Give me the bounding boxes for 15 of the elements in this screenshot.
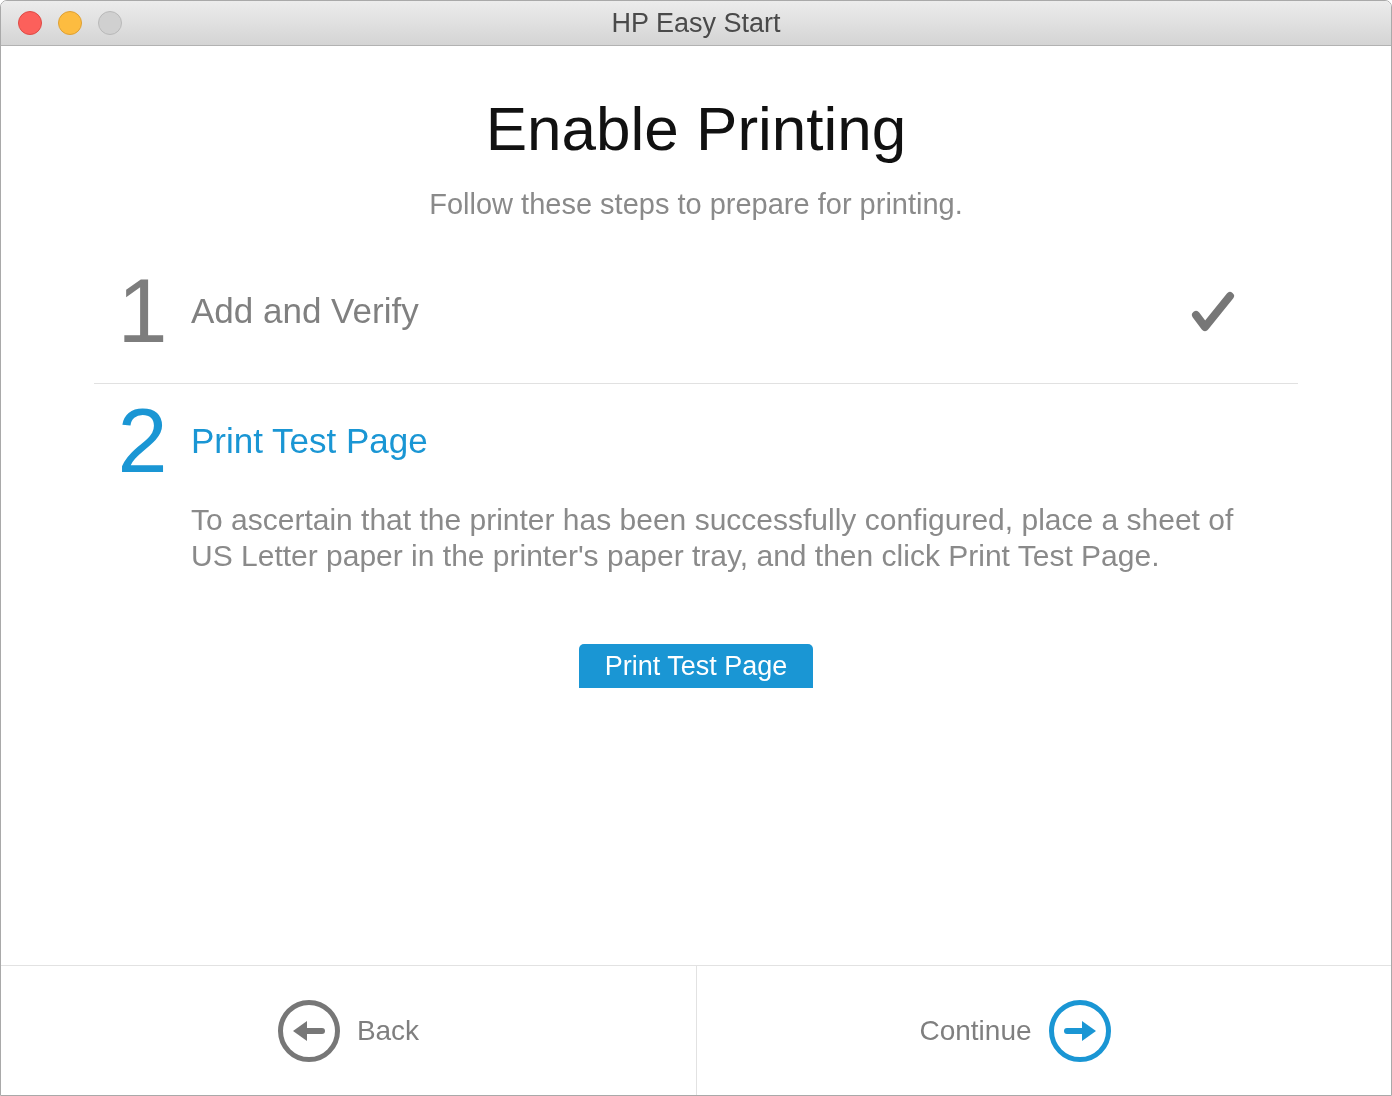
left-arrow-circle-icon <box>277 999 340 1062</box>
step-title: Add and Verify <box>191 291 419 331</box>
step-number: 2 <box>116 396 169 486</box>
right-arrow-circle-icon <box>1048 999 1111 1062</box>
page-heading: Enable Printing <box>485 93 907 165</box>
page-subtitle: Follow these steps to prepare for printing. <box>429 187 963 221</box>
continue-button[interactable]: Continue <box>919 999 1111 1062</box>
step-title: Print Test Page <box>191 421 428 461</box>
close-button[interactable] <box>18 11 42 35</box>
window-title: HP Easy Start <box>611 7 781 39</box>
step-number: 1 <box>116 266 169 356</box>
print-test-page-button[interactable]: Print Test Page <box>578 644 814 688</box>
step-description: To ascertain that the printer has been successfully configured, place a sheet of US Letter paper in the printer's paper tray, and then click Print Test Page. <box>191 502 1235 574</box>
minimize-button[interactable] <box>58 11 82 35</box>
back-button[interactable]: Back <box>277 999 420 1062</box>
